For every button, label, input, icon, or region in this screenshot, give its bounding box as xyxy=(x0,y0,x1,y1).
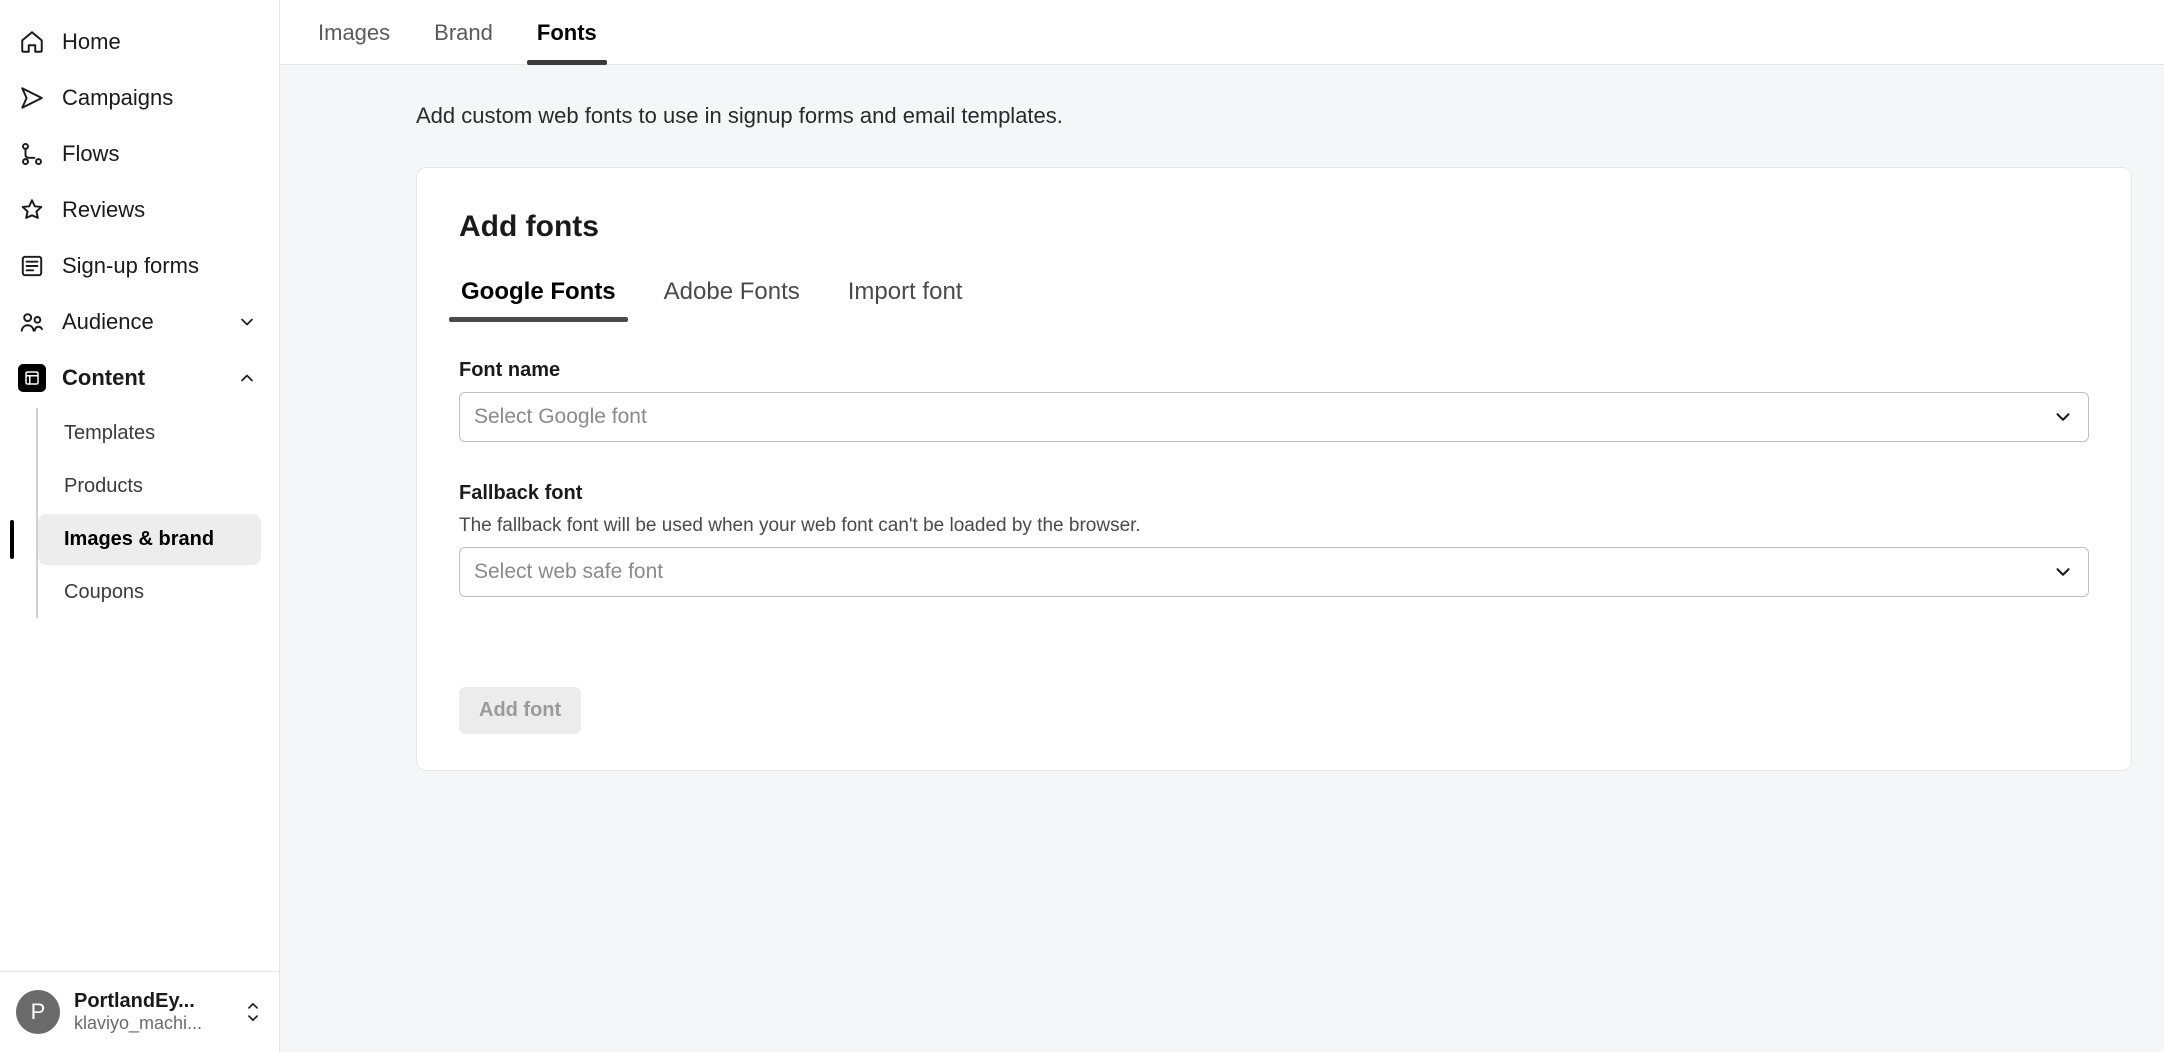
card-title: Add fonts xyxy=(459,210,2089,244)
button-label: Add font xyxy=(479,699,561,721)
nav-item-signup-forms[interactable]: Sign-up forms xyxy=(10,238,269,294)
tab-fonts[interactable]: Fonts xyxy=(535,14,599,64)
page-tabs: Images Brand Fonts xyxy=(280,0,2164,65)
nav-item-flows[interactable]: Flows xyxy=(10,126,269,182)
font-name-label: Font name xyxy=(459,359,2089,382)
chevron-down-icon xyxy=(233,308,261,336)
tab-label: Images xyxy=(318,20,390,45)
tab-label: Brand xyxy=(434,20,493,45)
chevron-up-icon xyxy=(233,364,261,392)
tab-google-fonts[interactable]: Google Fonts xyxy=(459,272,618,322)
people-icon xyxy=(18,308,46,336)
tab-import-font[interactable]: Import font xyxy=(846,272,965,322)
star-icon xyxy=(18,196,46,224)
nav-list: Home Campaigns Flows Reviews Sign-up for xyxy=(0,0,279,620)
nav-label: Sign-up forms xyxy=(62,253,199,279)
tab-label: Fonts xyxy=(537,20,597,45)
avatar: P xyxy=(16,990,60,1034)
subnav-images-brand[interactable]: Images & brand xyxy=(38,514,261,565)
font-source-tabs: Google Fonts Adobe Fonts Import font xyxy=(459,272,2089,323)
content-subnav: Templates Products Images & brand Coupon… xyxy=(36,408,269,618)
account-sub: klaviyo_machi... xyxy=(74,1013,229,1034)
tab-brand[interactable]: Brand xyxy=(432,14,495,64)
chevron-down-icon xyxy=(2052,561,2074,583)
nav-label: Campaigns xyxy=(62,85,173,111)
fallback-label: Fallback font xyxy=(459,482,2089,505)
chevron-up-down-icon xyxy=(243,999,263,1025)
font-name-select[interactable]: Select Google font xyxy=(459,392,2089,442)
select-placeholder: Select web safe font xyxy=(474,560,663,584)
subnav-label: Coupons xyxy=(64,581,144,603)
flows-icon xyxy=(18,140,46,168)
nav-item-reviews[interactable]: Reviews xyxy=(10,182,269,238)
subnav-label: Products xyxy=(64,475,143,497)
add-fonts-card: Add fonts Google Fonts Adobe Fonts Impor… xyxy=(416,167,2132,771)
fallback-font-field: Fallback font The fallback font will be … xyxy=(459,482,2089,597)
chevron-down-icon xyxy=(2052,406,2074,428)
nav-label: Reviews xyxy=(62,197,145,223)
add-font-button[interactable]: Add font xyxy=(459,687,581,734)
tab-label: Adobe Fonts xyxy=(664,278,800,305)
nav-item-home[interactable]: Home xyxy=(10,14,269,70)
nav-item-audience[interactable]: Audience xyxy=(10,294,269,350)
form-icon xyxy=(18,252,46,280)
home-icon xyxy=(18,28,46,56)
select-placeholder: Select Google font xyxy=(474,405,647,429)
account-text: PortlandEy... klaviyo_machi... xyxy=(74,990,229,1034)
nav-label: Content xyxy=(62,365,145,391)
subnav-label: Images & brand xyxy=(64,528,214,550)
fallback-help: The fallback font will be used when your… xyxy=(459,515,2089,537)
nav-item-content[interactable]: Content xyxy=(10,350,269,406)
paper-plane-icon xyxy=(18,84,46,112)
avatar-initial: P xyxy=(31,999,46,1025)
tab-label: Google Fonts xyxy=(461,278,616,305)
font-name-field: Font name Select Google font xyxy=(459,359,2089,442)
content-icon xyxy=(18,364,46,392)
tab-adobe-fonts[interactable]: Adobe Fonts xyxy=(662,272,802,322)
account-switcher[interactable]: P PortlandEy... klaviyo_machi... xyxy=(0,971,279,1052)
nav-item-campaigns[interactable]: Campaigns xyxy=(10,70,269,126)
subnav-products[interactable]: Products xyxy=(38,461,261,512)
page-intro: Add custom web fonts to use in signup fo… xyxy=(280,103,2164,167)
tab-images[interactable]: Images xyxy=(316,14,392,64)
fallback-select[interactable]: Select web safe font xyxy=(459,547,2089,597)
subnav-label: Templates xyxy=(64,422,155,444)
subnav-coupons[interactable]: Coupons xyxy=(38,567,261,618)
tab-label: Import font xyxy=(848,278,963,305)
nav-label: Audience xyxy=(62,309,154,335)
content-area: Add custom web fonts to use in signup fo… xyxy=(280,65,2164,1052)
nav-label: Home xyxy=(62,29,121,55)
sidebar: Home Campaigns Flows Reviews Sign-up for xyxy=(0,0,280,1052)
account-name: PortlandEy... xyxy=(74,990,229,1013)
nav-label: Flows xyxy=(62,141,119,167)
subnav-templates[interactable]: Templates xyxy=(38,408,261,459)
main: Images Brand Fonts Add custom web fonts … xyxy=(280,0,2164,1052)
